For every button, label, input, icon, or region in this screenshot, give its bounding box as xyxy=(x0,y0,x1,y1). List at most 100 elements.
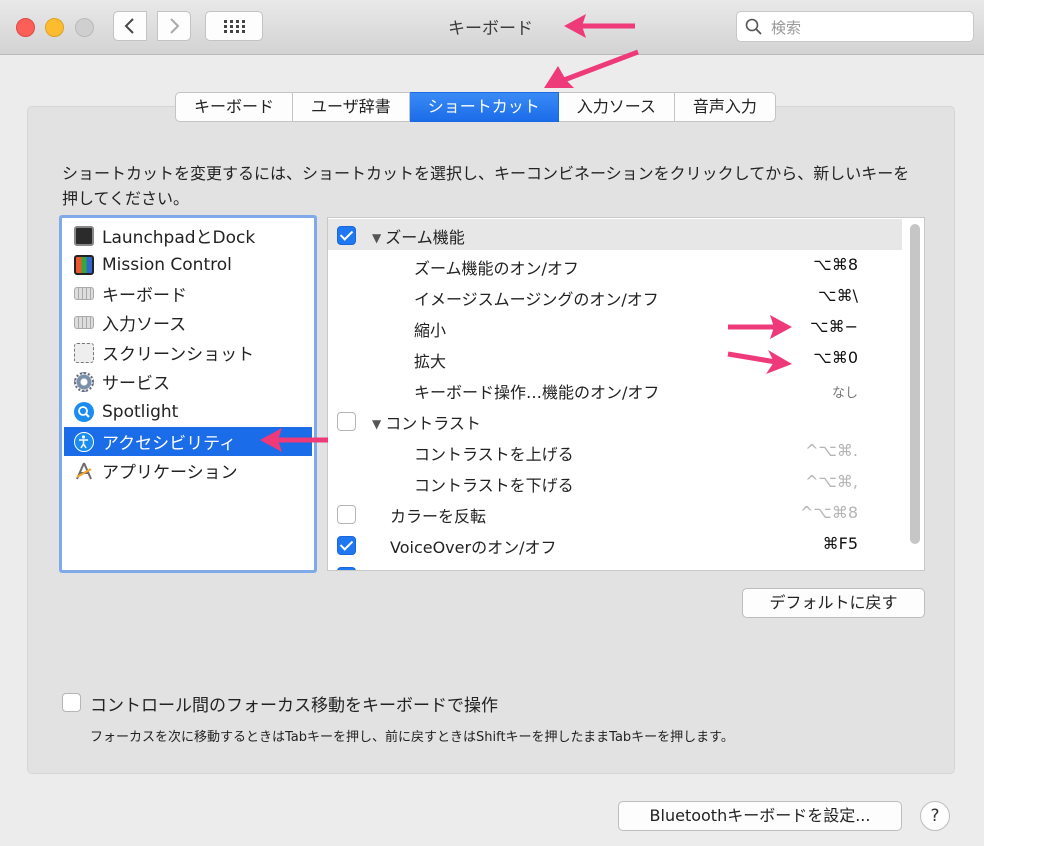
category-label: Mission Control xyxy=(102,254,232,275)
shortcut-label: イメージスムージングのオン/オフ xyxy=(414,290,659,309)
tab-bar: キーボード ユーザ辞書 ショートカット 入力ソース 音声入力 xyxy=(175,92,776,122)
tab-input-sources[interactable]: 入力ソース xyxy=(558,92,675,122)
disclosure-triangle-icon: ▼ xyxy=(372,417,382,431)
shortcut-label: 拡大 xyxy=(414,352,447,371)
launchpad-icon xyxy=(74,225,94,246)
category-launchpad-dock[interactable]: LaunchpadとDock xyxy=(64,221,312,250)
search-placeholder: 検索 xyxy=(771,19,802,37)
tab-keyboard[interactable]: キーボード xyxy=(175,92,294,122)
category-keyboard[interactable]: キーボード xyxy=(64,279,312,308)
category-label: アクセシビリティ xyxy=(102,434,237,454)
shortcut-key[interactable]: ⌥⌘0 xyxy=(813,348,858,367)
category-label: サービス xyxy=(102,374,170,394)
gear-icon xyxy=(74,371,94,392)
shortcut-key[interactable]: ⌥⌘\ xyxy=(818,286,858,305)
category-input-sources[interactable]: 入力ソース xyxy=(64,308,312,337)
shortcut-row[interactable]: 拡大 ⌥⌘0 xyxy=(328,343,902,374)
category-label: アプリケーション xyxy=(102,463,238,483)
category-label: LaunchpadとDock xyxy=(102,228,256,248)
close-window-button[interactable] xyxy=(16,18,35,37)
keyboard-navigation-label: コントロール間のフォーカス移動をキーボードで操作 xyxy=(90,696,498,716)
category-screenshots[interactable]: スクリーンショット xyxy=(64,338,312,367)
screenshot-icon xyxy=(74,342,94,363)
chevron-right-icon xyxy=(170,18,180,34)
shortcut-group-row[interactable]: ▼ ズーム機能 xyxy=(328,219,902,250)
category-list: LaunchpadとDock Mission Control キーボード 入力ソ… xyxy=(59,215,317,573)
shortcut-row[interactable]: ズーム機能のオン/オフ ⌥⌘8 xyxy=(328,250,902,281)
shortcut-label: コントラストを下げる xyxy=(414,476,574,495)
background-strip xyxy=(984,0,1060,846)
annotation-arrow-accessibility xyxy=(260,428,328,452)
category-label: キーボード xyxy=(102,286,187,306)
tab-shortcuts[interactable]: ショートカット xyxy=(409,92,559,122)
checkbox[interactable] xyxy=(337,567,356,570)
show-all-button[interactable] xyxy=(205,11,263,41)
bluetooth-keyboard-button[interactable]: Bluetoothキーボードを設定... xyxy=(618,801,902,831)
category-services[interactable]: サービス xyxy=(64,367,312,396)
search-field[interactable]: 検索 xyxy=(736,11,974,42)
annotation-arrow-title xyxy=(564,14,635,38)
shortcut-key[interactable]: ⌘F5 xyxy=(823,534,858,553)
shortcut-key[interactable]: ⌥⌘− xyxy=(810,317,858,336)
shortcut-label: コントラストを上げる xyxy=(414,445,574,464)
shortcut-row[interactable]: VoiceOverのオン/オフ ⌘F5 xyxy=(328,529,902,560)
shortcut-table: ▼ ズーム機能 ズーム機能のオン/オフ ⌥⌘8 イメージスムージングのオン/オフ … xyxy=(327,217,925,571)
category-label: Spotlight xyxy=(102,401,179,422)
keyboard-navigation-checkbox[interactable] xyxy=(62,693,81,712)
shortcut-label: 縮小 xyxy=(414,321,447,340)
shortcut-row[interactable]: イメージスムージングのオン/オフ ⌥⌘\ xyxy=(328,281,902,312)
shortcut-key[interactable]: ^⌥⌘, xyxy=(805,472,858,491)
keyboard-icon xyxy=(74,287,94,300)
shortcut-group-row[interactable]: ▼ コントラスト xyxy=(328,405,902,436)
checkbox[interactable] xyxy=(337,226,356,245)
minimize-window-button[interactable] xyxy=(45,18,64,37)
back-button[interactable] xyxy=(113,11,147,41)
tab-user-dictionary[interactable]: ユーザ辞書 xyxy=(293,92,410,122)
input-source-icon xyxy=(74,316,94,329)
disclosure-triangle-icon: ▼ xyxy=(372,231,382,245)
shortcut-key[interactable]: なし xyxy=(832,382,858,401)
restore-defaults-button[interactable]: デフォルトに戻す xyxy=(742,588,925,618)
title-bar: キーボード 検索 xyxy=(0,0,984,55)
annotation-arrow-tab xyxy=(544,49,639,88)
keyboard-navigation-note: フォーカスを次に移動するときはTabキーを押し、前に戻すときはShiftキーを押… xyxy=(90,730,734,745)
group-label: ▼ ズーム機能 xyxy=(372,224,465,248)
spotlight-icon xyxy=(74,401,94,422)
category-spotlight[interactable]: Spotlight xyxy=(64,397,312,426)
grid-icon xyxy=(224,20,245,33)
checkbox[interactable] xyxy=(337,536,356,555)
accessibility-icon xyxy=(74,431,94,452)
shortcut-row[interactable]: コントラストを上げる ^⌥⌘. xyxy=(328,436,902,467)
shortcut-label: カラーを反転 xyxy=(390,507,487,526)
scrollbar[interactable] xyxy=(910,224,920,544)
instruction-text: ショートカットを変更するには、ショートカットを選択し、キーコンビネーションをクリ… xyxy=(62,164,910,208)
shortcut-key[interactable]: ^⌥⌘8 xyxy=(800,503,858,522)
checkbox[interactable] xyxy=(337,412,356,431)
annotation-arrow-zoom-out xyxy=(728,315,792,339)
forward-button[interactable] xyxy=(157,11,191,41)
category-app-shortcuts[interactable]: アプリケーション xyxy=(64,456,312,485)
shortcut-row[interactable]: キーボード操作…機能のオン/オフ なし xyxy=(328,374,902,405)
shortcut-row[interactable]: カラーを反転 ^⌥⌘8 xyxy=(328,498,902,529)
category-label: スクリーンショット xyxy=(102,345,255,365)
help-button[interactable]: ? xyxy=(920,801,950,831)
shortcut-row-partial[interactable] xyxy=(328,560,902,570)
shortcut-row[interactable]: コントラストを下げる ^⌥⌘, xyxy=(328,467,902,498)
search-icon xyxy=(745,18,762,35)
checkbox[interactable] xyxy=(337,505,356,524)
shortcut-label: ズーム機能 xyxy=(385,228,465,247)
shortcut-label: VoiceOverのオン/オフ xyxy=(390,538,557,557)
tab-dictation[interactable]: 音声入力 xyxy=(674,92,776,122)
shortcut-row[interactable]: 縮小 ⌥⌘− xyxy=(328,312,902,343)
shortcut-label: コントラスト xyxy=(385,414,481,433)
annotation-arrow-zoom-in xyxy=(727,350,792,374)
shortcut-label: ズーム機能のオン/オフ xyxy=(414,259,579,278)
shortcut-key[interactable]: ^⌥⌘. xyxy=(805,441,858,460)
category-mission-control[interactable]: Mission Control xyxy=(64,250,312,279)
zoom-window-button[interactable] xyxy=(75,18,94,37)
app-shortcut-icon xyxy=(74,461,94,481)
shortcut-label: キーボード操作…機能のオン/オフ xyxy=(414,383,660,402)
category-label: 入力ソース xyxy=(102,315,187,335)
shortcut-key[interactable]: ⌥⌘8 xyxy=(813,255,858,274)
preferences-window: キーボード 検索 キーボード ユーザ辞書 ショートカット 入力ソース 音声入力 … xyxy=(0,0,984,846)
